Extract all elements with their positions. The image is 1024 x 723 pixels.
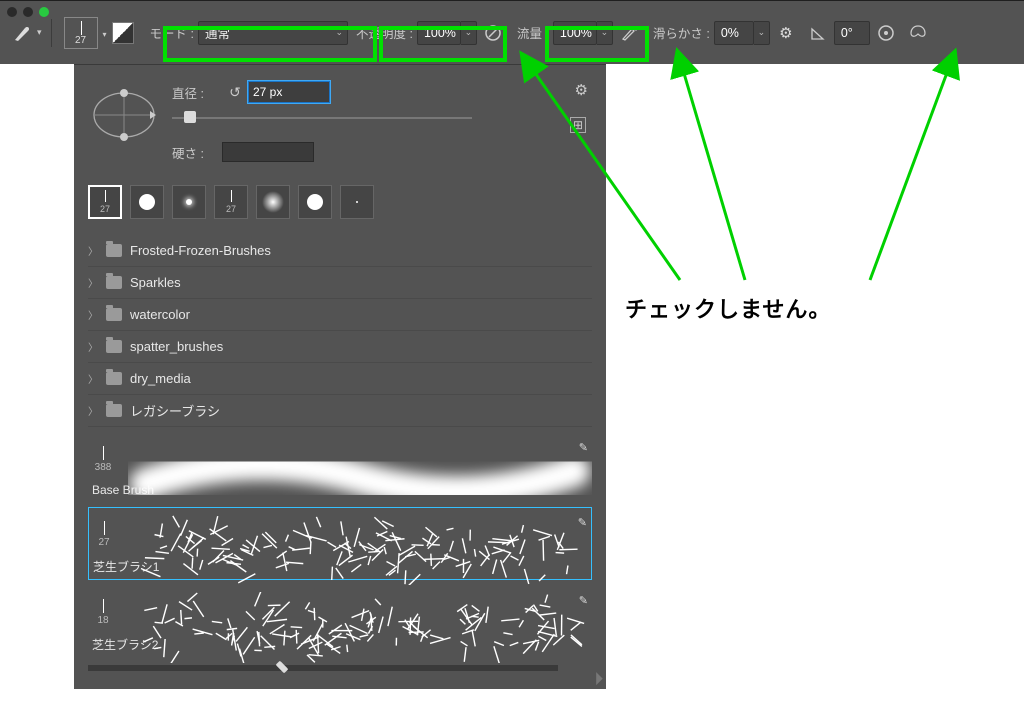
brush-preset-card[interactable]: 388✎Base Brush [88, 433, 592, 501]
tip-preset[interactable]: 27 [88, 185, 122, 219]
brush-stroke-preview: ✎ [128, 439, 592, 479]
opacity-value-box[interactable]: 100% [417, 21, 461, 45]
pressure-opacity-icon[interactable] [481, 21, 505, 45]
hardness-label: 硬さ : [172, 143, 222, 162]
opacity-label: 不透明度 : [356, 23, 413, 42]
chevron-right-icon: 〉 [88, 275, 98, 290]
brush-size-indicator: 18 [88, 599, 118, 626]
panel-scrollbar[interactable] [88, 665, 558, 671]
diameter-input[interactable] [248, 81, 330, 103]
options-bar: ▾ 27 ▾ モード : 通常 ⌄ 不透明度 : 100% ⌄ 流量 : 100… [0, 0, 1024, 64]
folder-icon [106, 404, 122, 417]
brush-size-indicator: 27 [89, 521, 119, 548]
brush-folder[interactable]: 〉 dry_media [88, 363, 592, 395]
pressure-size-icon[interactable] [874, 21, 898, 45]
folder-icon [106, 340, 122, 353]
brush-tool-indicator[interactable]: ▾ [13, 18, 42, 48]
brush-angle-control[interactable] [88, 79, 160, 151]
chevron-down-icon: ⌄ [335, 27, 343, 38]
tip-preset[interactable] [340, 185, 374, 219]
brush-size-value: 27 [75, 35, 86, 46]
folder-name: watercolor [130, 307, 190, 322]
brush-preset-card[interactable]: 27✎芝生ブラシ1 [88, 507, 592, 580]
edit-brush-icon[interactable]: ✎ [579, 594, 588, 607]
brush-stroke-preview: ✎ [128, 592, 592, 632]
brush-panel-toggle-icon[interactable] [112, 22, 134, 44]
window-traffic-lights[interactable] [7, 7, 49, 17]
edit-brush-icon[interactable]: ✎ [578, 516, 587, 529]
chevron-right-icon: 〉 [88, 243, 98, 258]
diameter-label: 直径 : [172, 83, 222, 102]
mode-label: モード : [150, 23, 194, 42]
brush-size-preset[interactable]: 27 ▾ [64, 17, 98, 49]
chevron-right-icon: 〉 [88, 371, 98, 386]
chevron-down-icon: ▾ [37, 27, 42, 38]
folder-name: レガシーブラシ [130, 401, 220, 420]
symmetry-butterfly-icon[interactable] [906, 21, 930, 45]
tip-preset[interactable] [256, 185, 290, 219]
brush-icon [13, 24, 31, 42]
brush-folder-list: 〉 Frosted-Frozen-Brushes 〉 Sparkles 〉 waterco… [74, 229, 606, 427]
blend-mode-dropdown[interactable]: 通常 ⌄ [198, 21, 348, 45]
brush-folder[interactable]: 〉 レガシーブラシ [88, 395, 592, 427]
smoothing-dropdown[interactable]: ⌄ [754, 21, 770, 45]
annotation-text: チェックしません。 [625, 292, 831, 324]
chevron-right-icon: 〉 [88, 307, 98, 322]
chevron-right-icon: 〉 [88, 339, 98, 354]
folder-icon [106, 244, 122, 257]
hardness-swatch[interactable] [222, 142, 314, 162]
folder-name: spatter_brushes [130, 339, 223, 354]
flow-dropdown[interactable]: ⌄ [597, 21, 613, 45]
brush-size-indicator: 388 [88, 446, 118, 473]
tip-preset[interactable] [172, 185, 206, 219]
brush-settings-panel: ⚙ ⊞ 直径 : ↺ 硬さ : [74, 64, 606, 689]
edit-brush-icon[interactable]: ✎ [579, 441, 588, 454]
chevron-right-icon: 〉 [88, 403, 98, 418]
panel-gear-icon[interactable]: ⚙ [575, 81, 588, 99]
flow-label: 流量 : [517, 23, 549, 42]
angle-icon [806, 21, 830, 45]
folder-icon [106, 308, 122, 321]
flow-value-box[interactable]: 100% [553, 21, 597, 45]
angle-value-box[interactable]: 0° [834, 21, 870, 45]
brush-preset-card[interactable]: 18✎芝生ブラシ2 [88, 586, 592, 657]
tip-preset[interactable] [298, 185, 332, 219]
brush-folder[interactable]: 〉 Sparkles [88, 267, 592, 299]
brush-folder[interactable]: 〉 Frosted-Frozen-Brushes [88, 235, 592, 267]
brush-stroke-preview: ✎ [129, 514, 591, 554]
folder-name: Sparkles [130, 275, 181, 290]
brush-folder[interactable]: 〉 spatter_brushes [88, 331, 592, 363]
flip-reset-icon[interactable]: ↺ [226, 83, 244, 101]
smoothing-gear-icon[interactable]: ⚙ [774, 21, 798, 45]
tip-preset[interactable] [130, 185, 164, 219]
opacity-dropdown[interactable]: ⌄ [461, 21, 477, 45]
folder-icon [106, 276, 122, 289]
new-brush-icon[interactable]: ⊞ [570, 117, 586, 133]
blend-mode-value: 通常 [205, 23, 230, 42]
smoothing-value-box[interactable]: 0% [714, 21, 754, 45]
diameter-slider[interactable] [172, 111, 472, 125]
panel-resize-grip[interactable]: ◢ [587, 670, 603, 686]
folder-icon [106, 372, 122, 385]
smoothing-label: 滑らかさ : [653, 23, 710, 42]
tip-preset[interactable]: 27 [214, 185, 248, 219]
folder-name: dry_media [130, 371, 191, 386]
folder-name: Frosted-Frozen-Brushes [130, 243, 271, 258]
brush-folder[interactable]: 〉 watercolor [88, 299, 592, 331]
brush-tip-row: 27 27 [74, 175, 606, 229]
airbrush-icon[interactable] [617, 21, 641, 45]
